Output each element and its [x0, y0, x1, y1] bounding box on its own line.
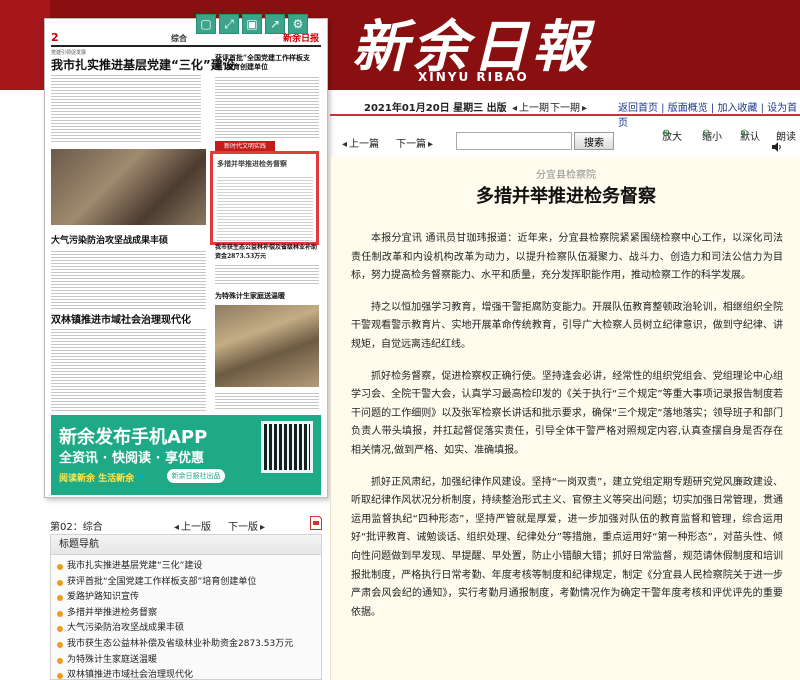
thumb-article-4[interactable]: 大气污染防治攻坚战成果丰硕 — [51, 233, 206, 246]
pdf-icon[interactable] — [310, 516, 322, 530]
banner-slogan: 阅读新余 生活新余 — [59, 474, 135, 484]
title-nav-item-label: 为特殊计生家庭送温暖 — [67, 654, 158, 665]
qr-code-icon — [261, 421, 313, 473]
default-size-icon: ⊙ — [740, 128, 749, 139]
expand-icon[interactable]: ⤢ — [219, 14, 239, 34]
thumb-article-2[interactable]: 获评首批“全国党建工作样板支部”培育创建单位 — [215, 53, 319, 71]
thumb-article-7[interactable]: 双林镇推进市域社会治理现代化 — [51, 311, 211, 326]
thumb-highlight-box[interactable] — [210, 151, 319, 245]
next-issue-link[interactable]: 下一期 — [550, 99, 587, 114]
title-nav-list: 我市扎实推进基层党建“三化”建设 获评首批“全国党建工作样板支部”培育创建单位 … — [51, 555, 321, 680]
masthead-subtitle: XINYU RIBAO — [418, 70, 529, 84]
bullet-icon — [57, 579, 63, 586]
app-ad-banner[interactable]: 新余发布手机APP 全资讯 · 快阅读 · 享优惠 阅读新余 生活新余 新余日报… — [51, 415, 321, 495]
next-page-link[interactable]: 下一版 — [228, 518, 265, 533]
article-paragraph: 本报分宜讯 通讯员甘珈玮报道：近年来，分宜县检察院紧紧围绕检察中心工作，以深化司… — [351, 233, 783, 282]
article-title: 多措并举推进检务督察 — [476, 186, 656, 207]
title-nav-item-label: 大气污染防治攻坚战成果丰硕 — [67, 623, 185, 634]
bullet-icon — [57, 564, 63, 570]
issue-date: 2021年01月20日 星期三 出版 — [364, 103, 507, 114]
thumb-section: 综合 — [171, 34, 187, 43]
newspaper-app: 新余日報 XINYU RIBAO 2 综合 新余日报 党建引领促发展 我市扎实推… — [0, 0, 800, 680]
red-divider — [330, 114, 800, 116]
title-nav-item-label: 爱路护路知识宣传 — [67, 592, 140, 603]
article-source: 分宜县检察院 — [536, 170, 596, 181]
title-nav-item[interactable]: 我市扎实推进基层党建“三化”建设 — [57, 559, 321, 575]
title-nav-item[interactable]: 我市获生态公益林补偿及省级林业补助资金2873.53万元 — [57, 637, 321, 653]
thumb-photo-classroom — [51, 149, 206, 225]
title-nav-item-label: 多措并举推进检务督察 — [67, 607, 158, 618]
title-navigation: 标题导航 我市扎实推进基层党建“三化”建设 获评首批“全国党建工作样板支部”培育… — [50, 534, 322, 680]
title-nav-item-label: 我市扎实推进基层党建“三化”建设 — [67, 561, 203, 571]
window-icon[interactable]: ▢ — [196, 14, 216, 34]
bullet-icon — [57, 673, 63, 679]
banner-badge: 新余日报社出品 — [167, 469, 225, 483]
zoom-out-icon: ⊖ — [702, 128, 711, 139]
save-icon[interactable]: ▣ — [242, 14, 262, 34]
thumb-text-block — [51, 73, 201, 143]
masthead: 新余日報 XINYU RIBAO — [340, 4, 800, 90]
title-nav-item[interactable]: 爱路护路知识宣传 — [57, 590, 321, 606]
current-page-label: 第02：综合 — [50, 522, 103, 533]
prev-issue-link[interactable]: 上一期 — [512, 99, 549, 114]
header-stripe — [0, 0, 50, 90]
title-nav-item[interactable]: 获评首批“全国党建工作样板支部”培育创建单位 — [57, 575, 321, 591]
title-nav-item-label: 我市获生态公益林补偿及省级林业补助资金2873.53万元 — [67, 638, 294, 649]
prev-article-link[interactable]: 上一篇 — [342, 135, 379, 150]
zoom-in-icon: ⊕ — [662, 128, 671, 139]
thumb-photo-visit — [215, 305, 319, 387]
thumb-text-block — [215, 391, 319, 411]
speaker-icon[interactable] — [772, 142, 782, 152]
article-paragraph: 抓好正风肃纪，加强纪律作风建设。坚持“一岗双责”，建立党组定期专题研究党风廉政建… — [351, 476, 783, 618]
read-aloud-label: 朗读 — [776, 132, 796, 143]
article-toolbar: 上一篇 下一篇 搜索 放大 ⊕ 缩小 ⊖ 默认 ⊙ 朗读 — [330, 128, 800, 154]
bullet-icon — [57, 641, 63, 648]
banner-subtitle: 全资讯 · 快阅读 · 享优惠 — [59, 451, 204, 466]
thumb-text-block — [215, 263, 319, 285]
thumbnail-toolbar: ▢ ⤢ ▣ ↗ ⚙ — [196, 14, 308, 36]
thumb-article-5[interactable]: 我市获生态公益林补偿及省级林业补助资金2873.53万元 — [215, 243, 319, 261]
title-nav-item-label: 获评首批“全国党建工作样板支部”培育创建单位 — [67, 576, 257, 587]
banner-title: 新余发布手机APP — [59, 427, 208, 448]
settings-icon[interactable]: ⚙ — [288, 14, 308, 34]
article-body: 本报分宜讯 通讯员甘珈玮报道：近年来，分宜县检察院紧紧围绕检察中心工作，以深化司… — [351, 230, 783, 635]
title-nav-item-label: 双林镇推进市域社会治理现代化 — [67, 670, 194, 680]
next-article-link[interactable]: 下一篇 — [396, 135, 433, 150]
title-nav-heading: 标题导航 — [51, 535, 321, 555]
bullet-icon — [57, 595, 63, 602]
bullet-icon — [57, 626, 63, 633]
thumb-page-number: 2 — [51, 31, 59, 44]
page-thumbnail[interactable]: 2 综合 新余日报 党建引领促发展 我市扎实推进基层党建“三化”建设 获评首批“… — [44, 18, 328, 498]
share-icon[interactable]: ↗ — [265, 14, 285, 34]
bullet-icon — [57, 610, 63, 617]
title-nav-item[interactable]: 为特殊计生家庭送温暖 — [57, 653, 321, 669]
page-navigation: 第02：综合 上一版 下一版 — [50, 516, 322, 536]
thumb-text-block — [215, 75, 319, 139]
search-input[interactable] — [456, 132, 572, 150]
search-button[interactable]: 搜索 — [574, 132, 614, 150]
thumb-article-6[interactable]: 为特殊计生家庭送温暖 — [215, 291, 319, 301]
bullet-icon — [57, 657, 63, 664]
article-paragraph: 抓好检务督察，促进检察权正确行使。坚持逢会必讲，经常性的组织党组会、党组理论中心… — [351, 370, 783, 456]
prev-page-link[interactable]: 上一版 — [174, 518, 211, 533]
thumb-text-block — [51, 249, 206, 309]
article-paragraph: 持之以恒加强学习教育，增强干警拒腐防变能力。开展队伍教育整顿政治轮训，相继组织全… — [351, 301, 783, 350]
title-nav-item[interactable]: 多措并举推进检务督察 — [57, 606, 321, 622]
date-bar: 2021年01月20日 星期三 出版 上一期 下一期 返回首页 | 版面概览 |… — [330, 96, 800, 129]
title-nav-item[interactable]: 大气污染防治攻坚战成果丰硕 — [57, 621, 321, 637]
thumb-text-block — [51, 327, 206, 411]
article-panel: 分宜县检察院 多措并举推进检务督察 本报分宜讯 通讯员甘珈玮报道：近年来，分宜县… — [330, 156, 800, 680]
title-nav-item[interactable]: 双林镇推进市域社会治理现代化 — [57, 668, 321, 680]
